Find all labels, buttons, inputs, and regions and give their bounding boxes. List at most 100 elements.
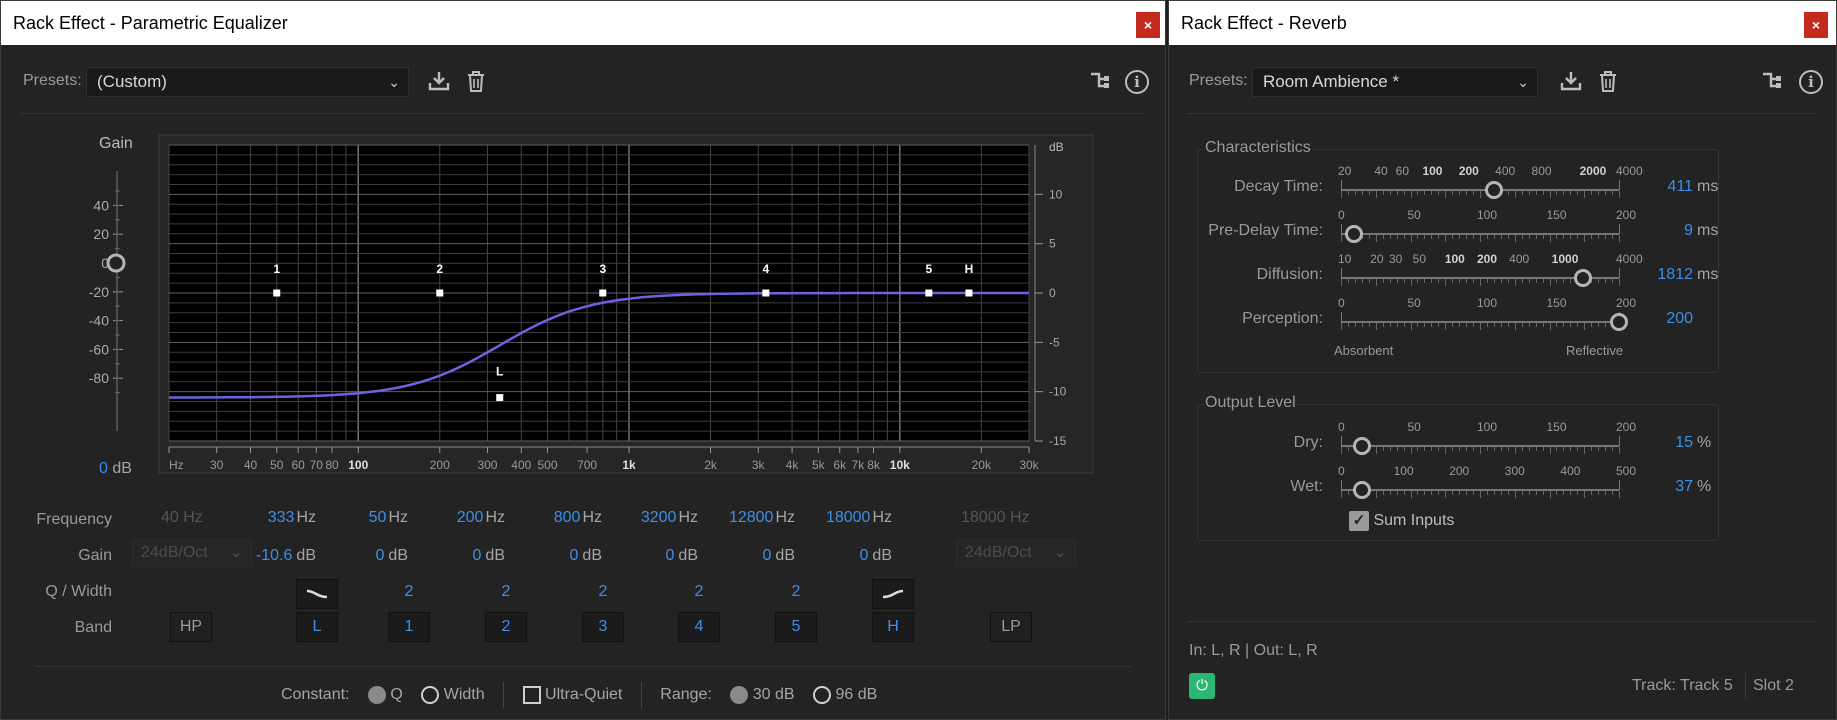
band-4-button[interactable]: 4 (678, 612, 720, 642)
band-5-button[interactable]: 5 (775, 612, 817, 642)
diffusion-scale-label: 30 (1388, 252, 1403, 266)
dry-slider-tick (1410, 447, 1412, 454)
eq-graph[interactable]: 40200-20-40-60-80 1050-5-10-15 Hz 30 40 50 6… (1, 131, 1166, 481)
perception-slider-end (1341, 312, 1342, 322)
band-2-button[interactable]: 2 (485, 612, 527, 642)
freq-tick-label: 700 (577, 458, 597, 472)
perception-slider-thumb[interactable] (1610, 313, 1628, 331)
diffusion-scale-label: 20 (1370, 252, 1384, 266)
predelay-value[interactable]: 9 (1643, 222, 1693, 240)
band-2-frequency[interactable]: 200 Hz (405, 509, 505, 527)
predelay-slider-tick (1459, 235, 1461, 239)
eq-presets-dropdown[interactable]: (Custom) ⌄ (86, 67, 409, 97)
band-4-q-value[interactable]: 2 (679, 583, 719, 601)
predelay-slider-tick (1389, 235, 1391, 239)
ultra-quiet-checkbox[interactable]: Ultra-Quiet (522, 686, 622, 704)
range-96db-option[interactable]: 96 dB (813, 686, 877, 704)
band-node-5[interactable] (925, 289, 933, 297)
diffusion-slider-thumb[interactable] (1573, 269, 1592, 287)
band-H-frequency[interactable]: 18000 Hz (792, 509, 892, 527)
band-1-frequency[interactable]: 50 Hz (308, 509, 408, 527)
dry-slider-tick (1486, 447, 1488, 451)
band-node-2[interactable] (436, 289, 444, 297)
wet-slider-tick (1396, 491, 1398, 495)
range-30db-option[interactable]: 30 dB (730, 686, 795, 704)
wet-slider-thumb[interactable] (1352, 481, 1371, 499)
decay-value[interactable]: 411 (1643, 178, 1693, 196)
band-H-button[interactable]: H (872, 612, 914, 642)
band-node-3[interactable] (599, 289, 607, 297)
eq-close-button[interactable]: × (1136, 12, 1160, 38)
constant-width-option[interactable]: Width (421, 686, 485, 704)
constant-q-option[interactable]: Q (367, 686, 403, 704)
dry-value[interactable]: 15 (1643, 434, 1693, 452)
diffusion-scale-label: 10 (1338, 252, 1352, 266)
band-1-gain[interactable]: 0 dB (308, 547, 408, 565)
save-preset-icon[interactable] (426, 69, 452, 95)
decay-slider-tick (1507, 191, 1509, 195)
master-gain-knob[interactable] (106, 253, 126, 273)
band-3-button[interactable]: 3 (582, 612, 624, 642)
routing-icon[interactable] (1087, 69, 1113, 95)
reverb-title-bar: Rack Effect - Reverb (1169, 1, 1836, 45)
band-5-frequency[interactable]: 12800 Hz (695, 509, 795, 527)
sum-inputs-checkbox[interactable]: ✓ Sum Inputs (1349, 511, 1454, 531)
band-3-q-value[interactable]: 2 (583, 583, 623, 601)
perception-slider-tick (1591, 323, 1593, 327)
band-3-gain[interactable]: 0 dB (502, 547, 602, 565)
info-icon[interactable]: i (1125, 70, 1149, 94)
info-icon[interactable]: i (1799, 70, 1823, 94)
save-preset-icon[interactable] (1558, 69, 1584, 95)
lp-slope-dropdown[interactable]: 24dB/Oct ⌄ (956, 539, 1076, 567)
band-L-gain[interactable]: -10.6 dB (216, 547, 316, 565)
reverb-close-button[interactable]: × (1804, 12, 1828, 38)
band-H-shelf-button[interactable] (872, 579, 914, 609)
band-3-frequency[interactable]: 800 Hz (502, 509, 602, 527)
predelay-slider-tick (1480, 235, 1481, 242)
perception-value[interactable]: 200 (1643, 310, 1693, 328)
band-5-q-value[interactable]: 2 (776, 583, 816, 601)
predelay-slider-tick (1410, 235, 1412, 242)
band-5-gain[interactable]: 0 dB (695, 547, 795, 565)
decay-slider-tick (1410, 191, 1412, 198)
band-4-gain[interactable]: 0 dB (598, 547, 698, 565)
lp-frequency[interactable]: 18000 Hz (961, 509, 1030, 527)
band-L-button[interactable]: L (296, 612, 338, 642)
band-node-H[interactable] (965, 289, 973, 297)
perception-slider-tick (1375, 323, 1377, 330)
delete-preset-icon[interactable] (1595, 69, 1621, 95)
band-1-button[interactable]: 1 (388, 612, 430, 642)
wet-slider-tick (1389, 491, 1391, 495)
band-hp-button[interactable]: HP (170, 612, 212, 642)
band-node-1[interactable] (273, 289, 281, 297)
dry-slider-thumb[interactable] (1352, 437, 1371, 455)
predelay-slider-thumb[interactable] (1344, 225, 1363, 243)
wet-slider-tick (1445, 491, 1447, 498)
band-node-L[interactable] (496, 394, 504, 402)
decay-slider-thumb[interactable] (1484, 181, 1503, 199)
output-level-title: Output Level (1203, 394, 1298, 412)
band-2-gain[interactable]: 0 dB (405, 547, 505, 565)
wet-value[interactable]: 37 (1643, 478, 1693, 496)
decay-slider-end (1619, 180, 1620, 190)
reverb-presets-dropdown[interactable]: Room Ambience * ⌄ (1252, 67, 1538, 97)
reverb-preset-value: Room Ambience * (1263, 72, 1400, 91)
wet-slider-tick (1598, 491, 1600, 495)
band-4-frequency[interactable]: 3200 Hz (598, 509, 698, 527)
diffusion-value[interactable]: 1812 (1643, 266, 1693, 284)
band-2-q-value[interactable]: 2 (486, 583, 526, 601)
band-L-frequency[interactable]: 333 Hz (216, 509, 316, 527)
band-node-4[interactable] (762, 289, 770, 297)
hp-frequency[interactable]: 40 Hz (161, 509, 203, 527)
band-lp-button[interactable]: LP (990, 612, 1032, 642)
power-icon[interactable]: ⏻ (1189, 673, 1215, 699)
band-1-q-value[interactable]: 2 (389, 583, 429, 601)
diffusion-slider-tick (1466, 279, 1468, 283)
freq-tick-label: 3k (752, 458, 766, 472)
decay-scale-label-major: 200 (1458, 164, 1479, 178)
band-L-shelf-button[interactable] (296, 579, 338, 609)
band-H-gain[interactable]: 0 dB (792, 547, 892, 565)
predelay-slider-tick (1431, 235, 1433, 239)
delete-preset-icon[interactable] (463, 69, 489, 95)
routing-icon[interactable] (1759, 69, 1785, 95)
